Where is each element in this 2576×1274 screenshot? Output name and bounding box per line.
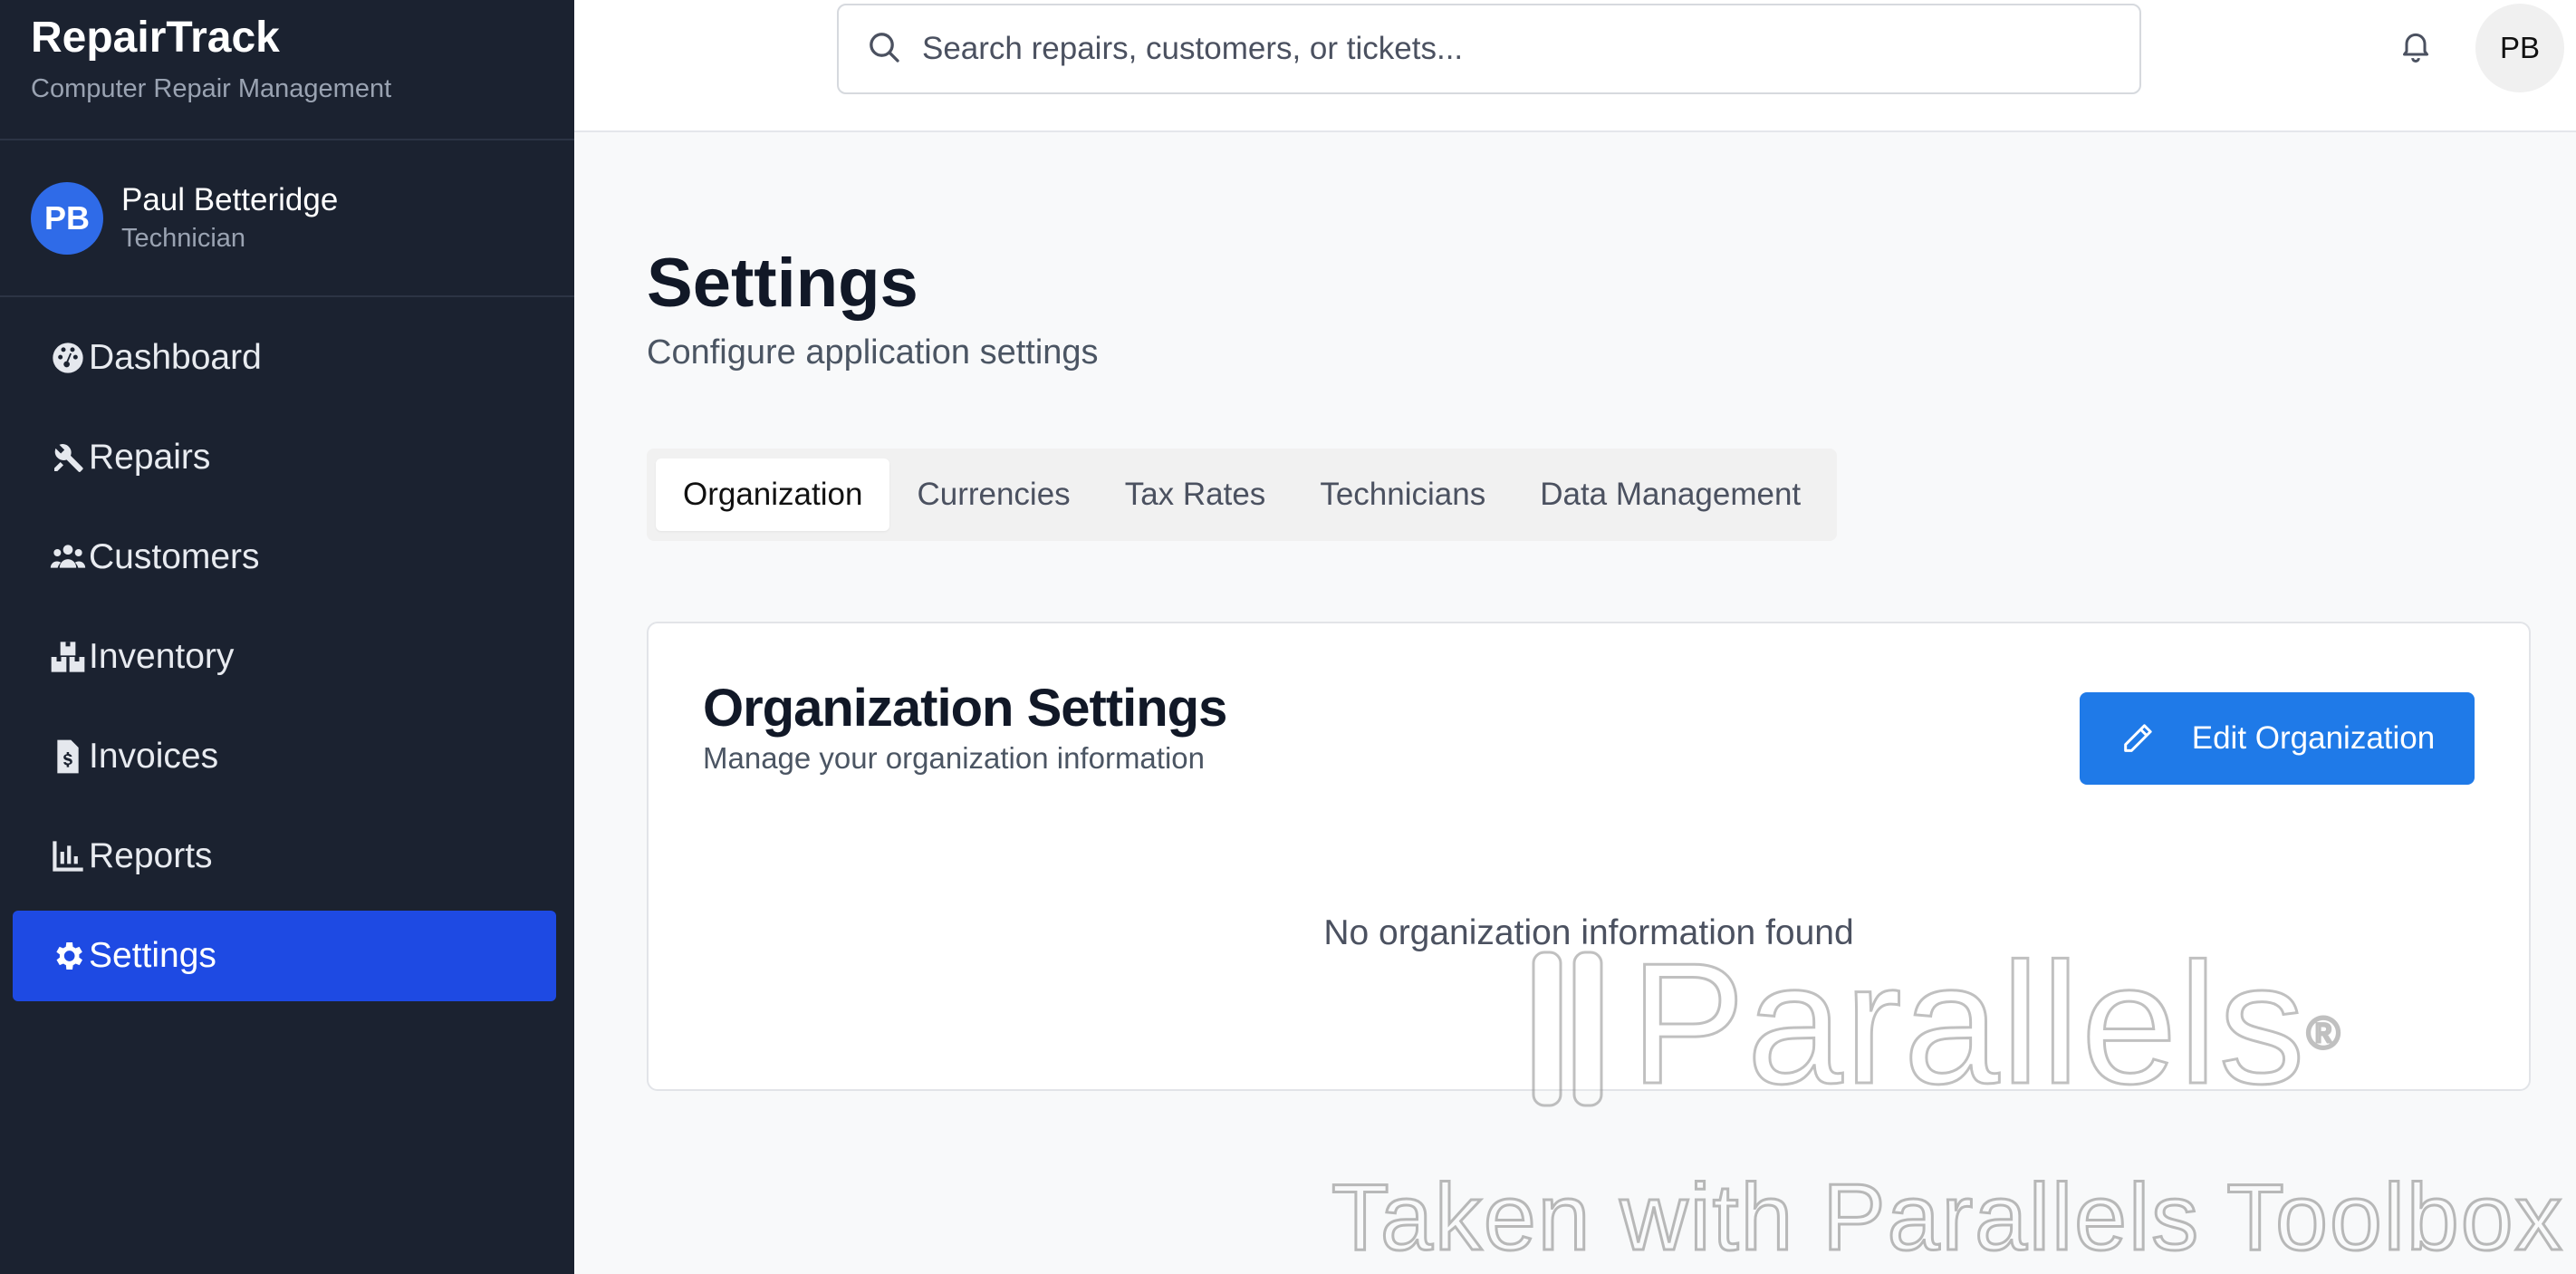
card-subtitle: Manage your organization information bbox=[703, 741, 1205, 775]
sidebar-item-inventory[interactable]: Inventory bbox=[13, 612, 556, 702]
user-profile: PB Paul Betteridge Technician bbox=[0, 140, 574, 297]
search-icon bbox=[866, 29, 902, 70]
sidebar-item-reports[interactable]: Reports bbox=[13, 811, 556, 902]
sidebar-item-label: Dashboard bbox=[89, 338, 262, 377]
tab-currencies[interactable]: Currencies bbox=[889, 458, 1097, 531]
main-content: Settings Configure application settings … bbox=[647, 132, 2576, 1091]
edit-organization-label: Edit Organization bbox=[2191, 720, 2436, 756]
sidebar-item-dashboard[interactable]: Dashboard bbox=[13, 313, 556, 403]
sidebar-item-label: Invoices bbox=[89, 737, 219, 776]
app-title: RepairTrack bbox=[31, 14, 280, 62]
tab-data-management[interactable]: Data Management bbox=[1513, 458, 1828, 531]
pencil-icon bbox=[2123, 724, 2152, 752]
user-avatar: PB bbox=[31, 181, 103, 255]
sidebar-item-label: Repairs bbox=[89, 438, 211, 477]
chart-icon bbox=[49, 837, 87, 875]
settings-tabs: Organization Currencies Tax Rates Techni… bbox=[647, 449, 1838, 541]
edit-organization-button[interactable]: Edit Organization bbox=[2080, 692, 2475, 785]
sidebar-item-label: Reports bbox=[89, 836, 213, 875]
gear-icon bbox=[49, 937, 87, 975]
tab-organization[interactable]: Organization bbox=[656, 458, 890, 531]
invoice-icon bbox=[49, 738, 87, 776]
user-role: Technician bbox=[121, 223, 246, 253]
parallels-watermark-caption: Taken with Parallels Toolbox bbox=[1331, 1164, 2564, 1272]
organization-settings-card: Organization Settings Manage your organi… bbox=[647, 622, 2531, 1091]
account-avatar[interactable]: PB bbox=[2475, 4, 2564, 92]
dashboard-icon bbox=[49, 339, 87, 377]
user-name: Paul Betteridge bbox=[121, 181, 339, 217]
boxes-icon bbox=[49, 638, 87, 676]
sidebar-item-label: Customers bbox=[89, 537, 260, 576]
card-title: Organization Settings bbox=[703, 679, 1227, 738]
topbar: PB bbox=[574, 0, 2576, 132]
app-subtitle: Computer Repair Management bbox=[31, 74, 392, 103]
sidebar-item-customers[interactable]: Customers bbox=[13, 512, 556, 603]
brand: RepairTrack Computer Repair Management bbox=[0, 0, 574, 140]
page-subtitle: Configure application settings bbox=[647, 333, 1099, 372]
sidebar-nav: Dashboard Repairs Customers Inventory In… bbox=[0, 297, 574, 1001]
sidebar-item-settings[interactable]: Settings bbox=[13, 911, 556, 1001]
tab-technicians[interactable]: Technicians bbox=[1293, 458, 1513, 531]
tab-tax-rates[interactable]: Tax Rates bbox=[1098, 458, 1293, 531]
sidebar-item-invoices[interactable]: Invoices bbox=[13, 711, 556, 802]
sidebar-item-repairs[interactable]: Repairs bbox=[13, 412, 556, 503]
bell-icon bbox=[2398, 27, 2434, 68]
page-title: Settings bbox=[647, 245, 918, 322]
sidebar-item-label: Inventory bbox=[89, 637, 235, 676]
notifications-button[interactable] bbox=[2390, 22, 2441, 72]
search-box[interactable] bbox=[837, 4, 2141, 94]
search-input[interactable] bbox=[922, 31, 2100, 67]
sidebar-item-label: Settings bbox=[89, 936, 216, 975]
users-icon bbox=[49, 538, 87, 576]
tools-icon bbox=[49, 439, 87, 477]
sidebar: RepairTrack Computer Repair Management P… bbox=[0, 0, 574, 1274]
empty-state-message: No organization information found bbox=[1323, 913, 1854, 952]
